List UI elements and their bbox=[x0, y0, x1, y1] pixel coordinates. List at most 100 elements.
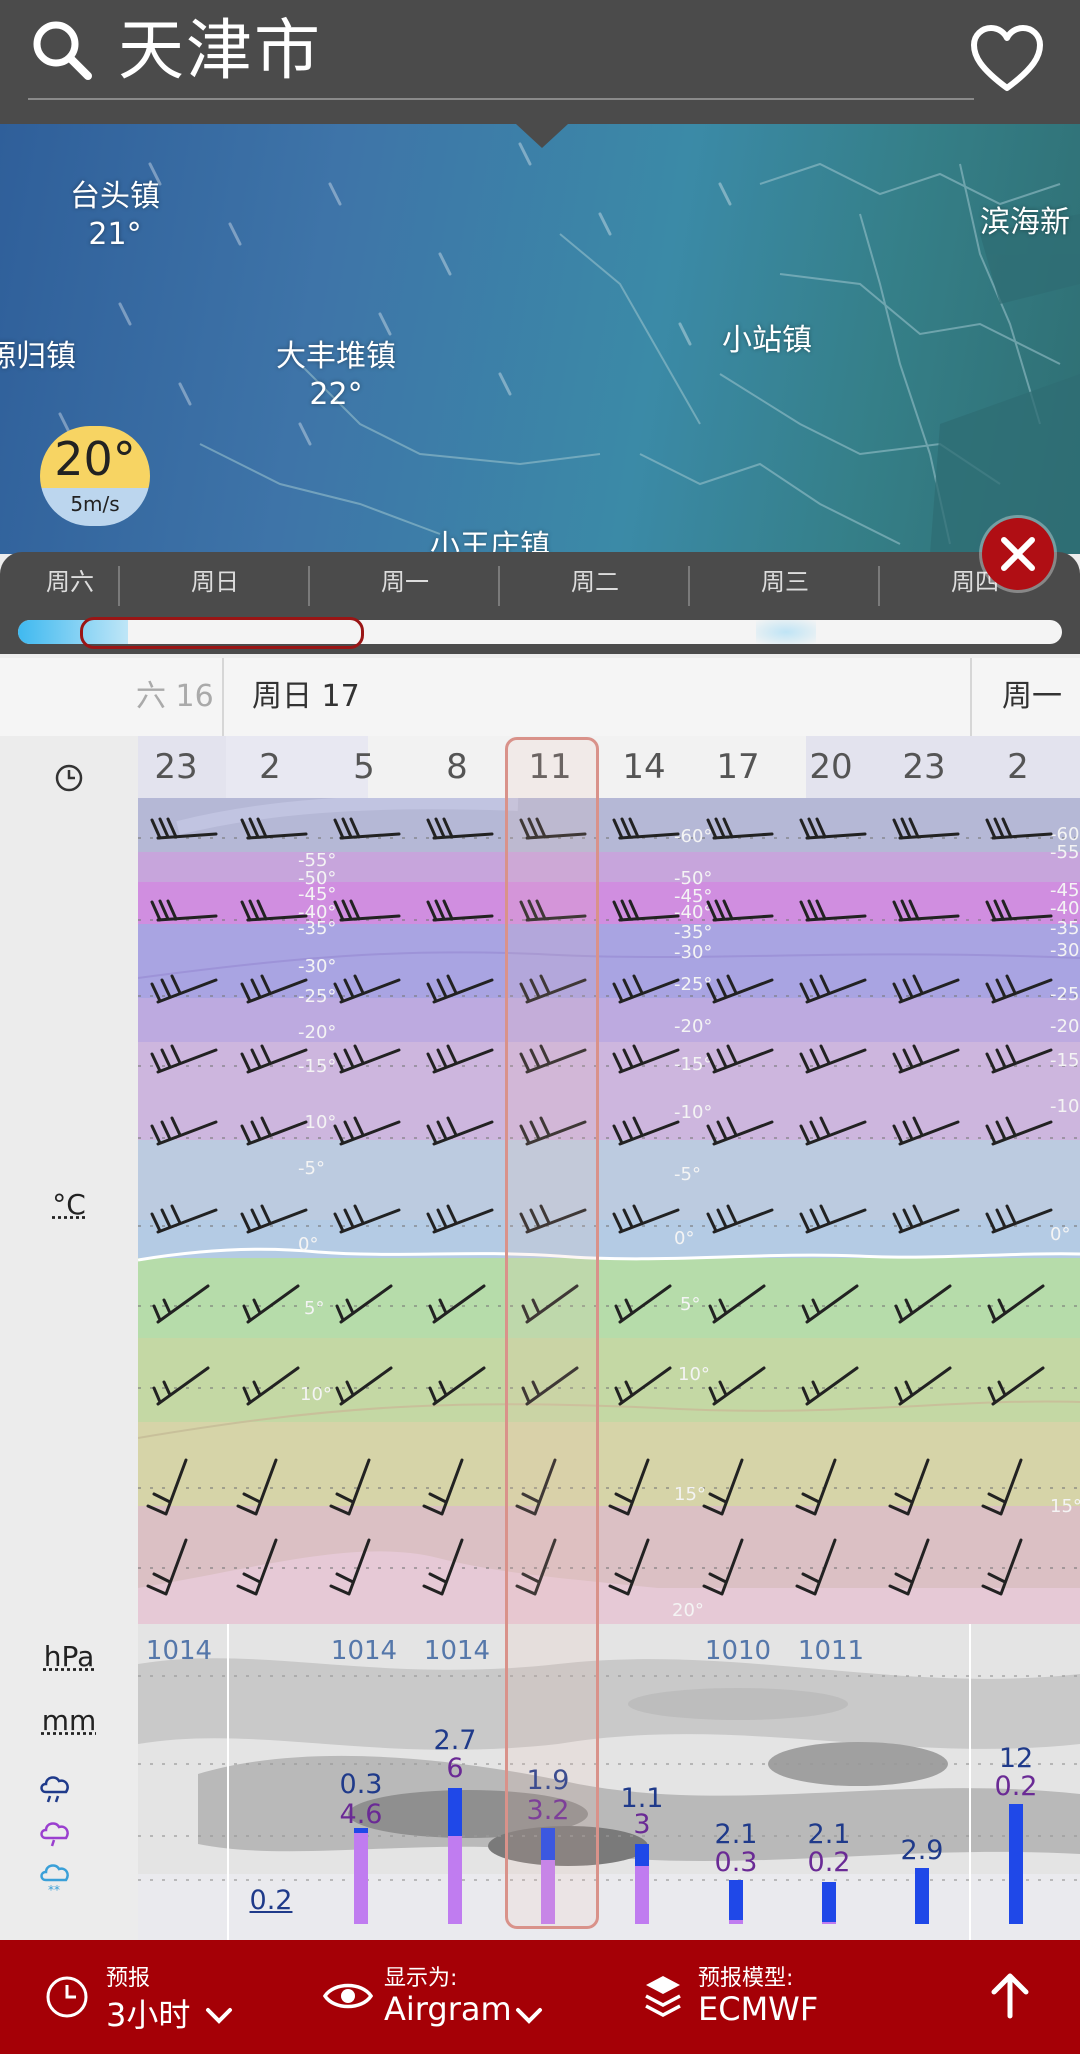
hour-label[interactable]: 14 bbox=[604, 736, 684, 798]
rain-icon bbox=[40, 1776, 69, 1803]
pressure-value: 1014 bbox=[145, 1636, 213, 1666]
airgram-chart[interactable]: -55° -50° -45° -40° -35° -30° -25° -20° … bbox=[138, 798, 1080, 1624]
isotherm-label: -40° bbox=[674, 902, 712, 923]
timeline-precip-glow bbox=[756, 620, 816, 644]
scroll-top-arrow-icon[interactable] bbox=[988, 1970, 1032, 2020]
date-divider bbox=[222, 658, 224, 736]
city-search-input[interactable]: 天津市 bbox=[118, 6, 322, 96]
unit-column: °C hPa mm ** bbox=[0, 736, 138, 1940]
precip-bar-rain bbox=[1009, 1804, 1023, 1924]
precip-rain-value: 0.2 bbox=[249, 1885, 293, 1916]
precip-mixed-value: 4.6 bbox=[339, 1799, 383, 1830]
timeline-window-handle[interactable] bbox=[80, 617, 364, 649]
isotherm-label: -20° bbox=[674, 1016, 712, 1037]
isotherm-label: -25° bbox=[298, 986, 336, 1007]
hour-label[interactable]: 17 bbox=[698, 736, 778, 798]
current-temperature-badge[interactable]: 20° 5m/s bbox=[40, 426, 150, 526]
day-tab-sat[interactable]: 周六 bbox=[22, 552, 118, 612]
clock-icon[interactable] bbox=[53, 762, 85, 794]
isotherm-label: -60° bbox=[674, 826, 712, 847]
temperature-unit-label[interactable]: °C bbox=[0, 1188, 138, 1221]
precip-bar-mixed bbox=[635, 1866, 649, 1924]
hour-label[interactable]: 23 bbox=[136, 736, 216, 798]
isotherm-label: 15° bbox=[674, 1484, 706, 1505]
map-label-xiaozhan[interactable]: 小站镇 bbox=[722, 322, 812, 360]
isotherm-label: -20° bbox=[298, 1022, 336, 1043]
isotherm-label: -55 bbox=[1050, 842, 1079, 863]
airgram-svg: -55° -50° -45° -40° -35° -30° -25° -20° … bbox=[138, 798, 1080, 1624]
close-icon bbox=[1001, 537, 1035, 571]
search-underline bbox=[28, 98, 974, 100]
hour-row: 23 2 5 8 11 14 17 20 23 2 bbox=[138, 736, 1080, 798]
close-forecast-button[interactable] bbox=[982, 518, 1054, 590]
pressure-unit-label[interactable]: hPa bbox=[0, 1640, 138, 1673]
map-label-taitou[interactable]: 台头镇 21° bbox=[70, 178, 160, 254]
map-label-yuangui[interactable]: 源归镇 bbox=[0, 338, 76, 376]
chevron-down-icon bbox=[206, 2008, 232, 2024]
isotherm-label: 10° bbox=[300, 1384, 332, 1405]
chevron-down-icon bbox=[516, 2008, 542, 2024]
selected-time-column[interactable] bbox=[505, 737, 599, 1929]
isotherm-label: 20° bbox=[672, 1600, 704, 1621]
forecast-interval-selector[interactable]: 预报 3小时 bbox=[40, 1960, 330, 2040]
day-tab-sun[interactable]: 周日 bbox=[120, 552, 310, 612]
precip-bar-mixed bbox=[354, 1832, 368, 1924]
isotherm-label: 15° bbox=[1050, 1496, 1080, 1517]
forecast-model-selector[interactable]: 预报模型: ECMWF bbox=[640, 1960, 940, 2040]
date-divider bbox=[970, 658, 972, 736]
day-tab-wed[interactable]: 周三 bbox=[690, 552, 880, 612]
map-label-xiaowangzhuang[interactable]: 小王庄镇 bbox=[430, 528, 550, 554]
bottom-toolbar: 预报 3小时 显示为: Airgram 预报模型: ECMWF bbox=[0, 1940, 1080, 2054]
display-mode-selector[interactable]: 显示为: Airgram bbox=[322, 1960, 622, 2040]
precip-mixed-value: 0.2 bbox=[807, 1847, 851, 1878]
pressure-value: 1010 bbox=[704, 1636, 772, 1666]
precip-rain-value: 12 bbox=[998, 1743, 1034, 1774]
precip-bar-mixed bbox=[729, 1920, 743, 1924]
precip-bar-rain bbox=[448, 1788, 462, 1836]
precip-rain-value: 2.1 bbox=[714, 1819, 758, 1850]
date-row: 六 16 周日 17 周一 1 bbox=[0, 658, 1080, 792]
hour-label[interactable]: 23 bbox=[884, 736, 964, 798]
map-pointer bbox=[516, 124, 568, 148]
pressure-value: 1011 bbox=[797, 1636, 865, 1666]
precipitation-panel[interactable]: 1014 1014 1014 1010 1011 0.2 0.3 4.6 2.7… bbox=[138, 1624, 1080, 1940]
isotherm-label: -15° bbox=[674, 1054, 712, 1075]
precip-bar-rain bbox=[729, 1880, 743, 1920]
precip-mixed-value: 3 bbox=[633, 1809, 651, 1840]
isotherm-label: -10 bbox=[1050, 1096, 1079, 1117]
isotherm-label: -5° bbox=[298, 1158, 325, 1179]
precip-rain-value: 2.7 bbox=[433, 1725, 477, 1756]
hour-label[interactable]: 2 bbox=[230, 736, 310, 798]
precip-rain-value: 0.3 bbox=[339, 1769, 383, 1800]
isotherm-label: 0° bbox=[674, 1228, 694, 1249]
svg-text:**: ** bbox=[48, 1883, 60, 1896]
hour-label[interactable]: 5 bbox=[324, 736, 404, 798]
precip-bar-rain bbox=[915, 1868, 929, 1924]
weather-map[interactable]: 台头镇 21° 源归镇 大丰堆镇 22° 小站镇 滨海新 小王庄镇 bbox=[0, 124, 1080, 554]
isotherm-label: -30 bbox=[1050, 940, 1079, 961]
precip-rain-value: 2.1 bbox=[807, 1819, 851, 1850]
day-tab-tue[interactable]: 周二 bbox=[500, 552, 690, 612]
layers-icon bbox=[645, 1976, 681, 2017]
precip-mixed-value: 0.3 bbox=[714, 1847, 758, 1878]
isotherm-label: 0° bbox=[298, 1234, 318, 1255]
isotherm-label: 5° bbox=[680, 1294, 700, 1315]
isotherm-label: 10° bbox=[678, 1364, 710, 1385]
snow-icon: ** bbox=[40, 1864, 69, 1896]
map-label-binhai[interactable]: 滨海新 bbox=[980, 204, 1070, 242]
precip-mixed-value: 0.2 bbox=[994, 1771, 1038, 1802]
map-label-dafengdui[interactable]: 大丰堆镇 22° bbox=[276, 338, 396, 414]
precip-unit-label[interactable]: mm bbox=[0, 1704, 138, 1737]
day-tab-mon[interactable]: 周一 bbox=[310, 552, 500, 612]
hour-label[interactable]: 20 bbox=[791, 736, 871, 798]
favorite-heart-icon[interactable] bbox=[970, 24, 1044, 94]
isotherm-label: -30° bbox=[674, 942, 712, 963]
isotherm-label: -10° bbox=[674, 1102, 712, 1123]
isotherm-label: -20 bbox=[1050, 1016, 1079, 1037]
isotherm-label: 0° bbox=[1050, 1224, 1070, 1245]
hour-label[interactable]: 2 bbox=[978, 736, 1058, 798]
search-icon[interactable] bbox=[30, 18, 94, 82]
hour-label[interactable]: 8 bbox=[417, 736, 497, 798]
isotherm-label: -15 bbox=[1050, 1050, 1079, 1071]
precip-bar-rain bbox=[635, 1844, 649, 1866]
